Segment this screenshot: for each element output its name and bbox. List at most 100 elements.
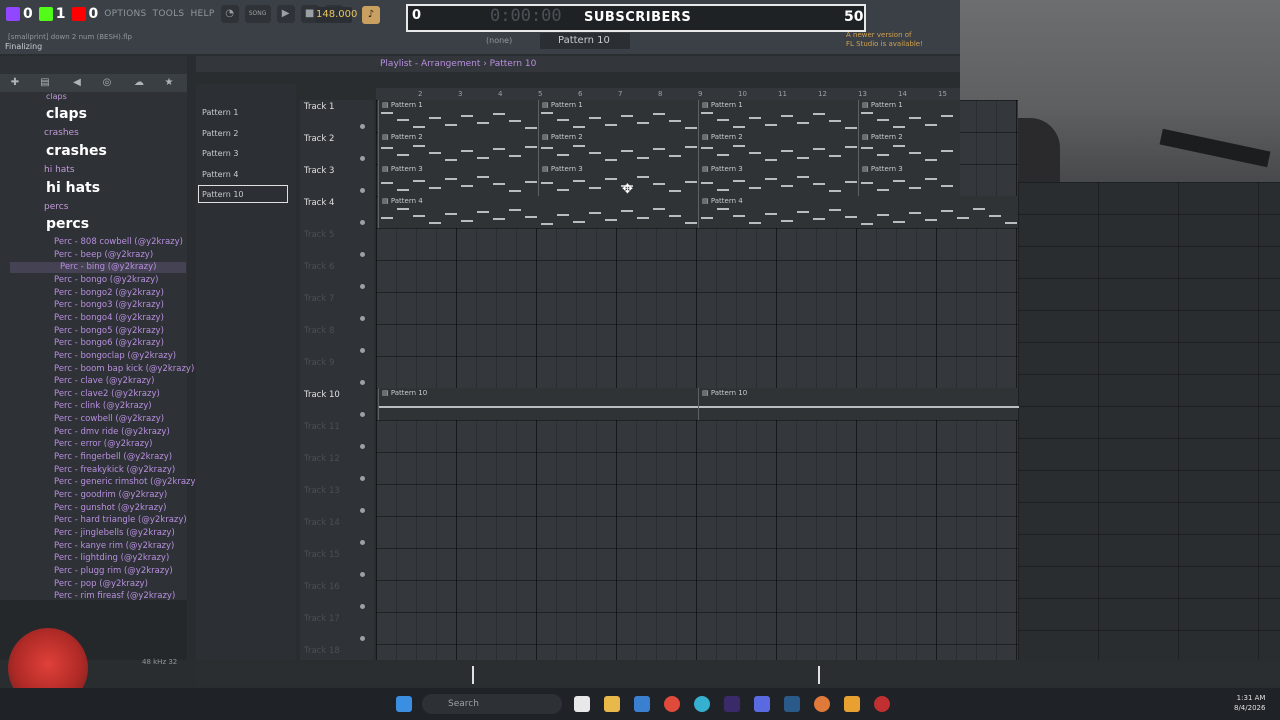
play-button[interactable]: ▶ <box>276 5 295 23</box>
track-label[interactable]: Track 10 <box>304 390 340 400</box>
track-label[interactable]: Track 16 <box>304 582 340 592</box>
firefox-icon[interactable] <box>814 696 830 712</box>
track-mute-dot[interactable] <box>360 508 365 513</box>
track-mute-dot[interactable] <box>360 124 365 129</box>
sample-item[interactable]: Perc - bongoclap (@y2krazy) <box>54 351 176 361</box>
edge-icon[interactable] <box>694 696 710 712</box>
track-label[interactable]: Track 11 <box>304 422 340 432</box>
menu-options[interactable]: OPTIONS <box>104 9 146 19</box>
pattern-clip[interactable]: ▤ Pattern 4 <box>378 196 698 228</box>
track-mute-dot[interactable] <box>360 252 365 257</box>
pattern-clip[interactable]: ▤ Pattern 2 <box>538 132 698 164</box>
track-mute-dot[interactable] <box>360 444 365 449</box>
sample-item[interactable]: Perc - lightding (@y2krazy) <box>54 553 169 563</box>
update-notice[interactable]: A newer version of FL Studio is availabl… <box>846 31 923 49</box>
folder-percs[interactable]: percs <box>44 202 68 212</box>
track-mute-dot[interactable] <box>360 412 365 417</box>
track-label[interactable]: Track 18 <box>304 646 340 656</box>
sample-item[interactable]: Perc - bongo (@y2krazy) <box>54 275 158 285</box>
track-label[interactable]: Track 14 <box>304 518 340 528</box>
pattern-clip[interactable]: ▤ Pattern 1 <box>858 100 960 132</box>
track-label[interactable]: Track 12 <box>304 454 340 464</box>
sample-item[interactable]: Perc - 808 cowbell (@y2krazy) <box>54 237 183 247</box>
pattern-clip[interactable]: ▤ Pattern 1 <box>698 100 858 132</box>
sample-item[interactable]: Perc - bongo5 (@y2krazy) <box>54 326 164 336</box>
track-label[interactable]: Track 6 <box>304 262 334 272</box>
sample-item[interactable]: Perc - generic rimshot (@y2krazy) <box>54 477 199 487</box>
sample-item[interactable]: Perc - boom bap kick (@y2krazy) <box>54 364 194 374</box>
sample-item[interactable]: Perc - clave (@y2krazy) <box>54 376 154 386</box>
pattern-clip[interactable]: ▤ Pattern 3 <box>538 164 698 196</box>
track-mute-dot[interactable] <box>360 284 365 289</box>
scroll-marker-left[interactable] <box>472 666 474 684</box>
picker-pattern-10[interactable]: Pattern 10 <box>202 190 244 199</box>
file-icon[interactable]: ▤ <box>38 76 52 90</box>
sample-item[interactable]: Perc - beep (@y2krazy) <box>54 250 153 260</box>
sample-item[interactable]: Perc - bongo4 (@y2krazy) <box>54 313 164 323</box>
store-icon[interactable] <box>634 696 650 712</box>
track-mute-dot[interactable] <box>360 380 365 385</box>
taskbar-clock[interactable]: 1:31 AM 8/4/2026 <box>1234 693 1265 713</box>
track-mute-dot[interactable] <box>360 636 365 641</box>
sample-item[interactable]: Perc - cowbell (@y2krazy) <box>54 414 164 424</box>
tempo-display[interactable]: 148.000 <box>316 7 357 23</box>
chrome-icon[interactable] <box>664 696 680 712</box>
track-mute-dot[interactable] <box>360 476 365 481</box>
track-label[interactable]: Track 3 <box>304 166 334 176</box>
track-label[interactable]: Track 9 <box>304 358 334 368</box>
track-label[interactable]: Track 15 <box>304 550 340 560</box>
start-icon[interactable] <box>396 696 412 712</box>
menu-help[interactable]: HELP <box>190 9 214 19</box>
pattern-clip[interactable]: ▤ Pattern 2 <box>858 132 960 164</box>
pattern-clip[interactable]: ▤ Pattern 3 <box>378 164 538 196</box>
fl-studio-icon[interactable] <box>844 696 860 712</box>
recording-icon[interactable] <box>874 696 890 712</box>
track-label[interactable]: Track 4 <box>304 198 334 208</box>
back-icon[interactable]: ✚ <box>8 76 22 90</box>
explorer-icon[interactable] <box>574 696 590 712</box>
sample-item[interactable]: Perc - plugg rim (@y2krazy) <box>54 566 173 576</box>
star-icon[interactable]: ★ <box>162 76 176 90</box>
track-label[interactable]: Track 1 <box>304 102 334 112</box>
picker-pattern-1[interactable]: Pattern 1 <box>202 108 238 117</box>
playlist-grid-extended[interactable] <box>1018 182 1280 660</box>
pattern-clip[interactable]: ▤ Pattern 10 <box>378 388 699 420</box>
folder-crashes[interactable]: crashes <box>44 128 79 138</box>
menu-tools[interactable]: TOOLS <box>153 9 185 19</box>
pattern-selector[interactable]: Pattern 10 <box>540 33 630 49</box>
sample-item[interactable]: Perc - freakykick (@y2krazy) <box>54 465 175 475</box>
premiere-icon[interactable] <box>724 696 740 712</box>
pattern-clip[interactable]: ▤ Pattern 3 <box>698 164 858 196</box>
picker-pattern-4[interactable]: Pattern 4 <box>202 170 238 179</box>
pattern-clip[interactable]: ▤ Pattern 4 <box>698 196 1018 228</box>
track-mute-dot[interactable] <box>360 316 365 321</box>
picker-pattern-3[interactable]: Pattern 3 <box>202 149 238 158</box>
track-label[interactable]: Track 5 <box>304 230 334 240</box>
sample-item[interactable]: Perc - pop (@y2krazy) <box>54 579 148 589</box>
speaker-icon[interactable]: ◀ <box>70 76 84 90</box>
sample-item[interactable]: Perc - jinglebells (@y2krazy) <box>54 528 175 538</box>
track-mute-dot[interactable] <box>360 348 365 353</box>
sample-item[interactable]: Perc - fingerbell (@y2krazy) <box>54 452 172 462</box>
search-icon[interactable]: ◎ <box>100 76 114 90</box>
track-label[interactable]: Track 2 <box>304 134 334 144</box>
track-mute-dot[interactable] <box>360 572 365 577</box>
track-label[interactable]: Track 17 <box>304 614 340 624</box>
sample-item[interactable]: Perc - kanye rim (@y2krazy) <box>54 541 174 551</box>
pattern-clip[interactable]: ▤ Pattern 2 <box>378 132 538 164</box>
metronome-button[interactable]: ♪ <box>362 6 380 24</box>
track-label[interactable]: Track 7 <box>304 294 334 304</box>
track-label[interactable]: Track 8 <box>304 326 334 336</box>
cloud-icon[interactable]: ☁ <box>132 76 146 90</box>
sample-item[interactable]: Perc - bongo3 (@y2krazy) <box>54 300 164 310</box>
timeline-ruler[interactable] <box>376 88 960 100</box>
track-mute-dot[interactable] <box>360 220 365 225</box>
picker-pattern-2[interactable]: Pattern 2 <box>202 129 238 138</box>
track-mute-dot[interactable] <box>360 188 365 193</box>
steam-icon[interactable] <box>784 696 800 712</box>
pattern-clip[interactable]: ▤ Pattern 3 <box>858 164 960 196</box>
sample-item[interactable]: Perc - dmv ride (@y2krazy) <box>54 427 170 437</box>
song-mode-button[interactable]: SONG <box>244 5 271 23</box>
sample-item[interactable]: Perc - bongo6 (@y2krazy) <box>54 338 164 348</box>
sample-item[interactable]: Perc - error (@y2krazy) <box>54 439 152 449</box>
